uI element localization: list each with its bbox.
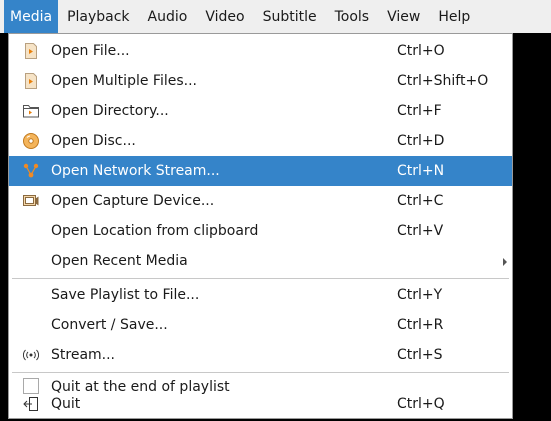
menu-tools-label: Tools bbox=[334, 8, 370, 25]
file-icon bbox=[23, 43, 39, 59]
network-icon bbox=[23, 163, 39, 179]
folder-icon bbox=[23, 103, 39, 119]
stream-icon bbox=[23, 347, 39, 363]
menu-subtitle[interactable]: Subtitle bbox=[254, 0, 326, 33]
menu-item-shortcut: Ctrl+D bbox=[397, 133, 445, 149]
menu-item-shortcut: Ctrl+C bbox=[397, 193, 444, 209]
menu-item-open-directory[interactable]: Open Directory... Ctrl+F bbox=[9, 96, 512, 126]
app-window: Media Playback Audio Video Subtitle Tool… bbox=[0, 0, 551, 421]
menu-item-open-recent-media[interactable]: Open Recent Media bbox=[9, 246, 512, 276]
menu-item-save-playlist[interactable]: Save Playlist to File... Ctrl+Y bbox=[9, 280, 512, 310]
media-dropdown-menu: Open File... Ctrl+O Open Multiple Files.… bbox=[8, 33, 513, 419]
menu-item-open-capture-device[interactable]: Open Capture Device... Ctrl+C bbox=[9, 186, 512, 216]
quit-icon bbox=[23, 396, 39, 412]
menu-item-open-disc[interactable]: Open Disc... Ctrl+D bbox=[9, 126, 512, 156]
menu-video[interactable]: Video bbox=[196, 0, 253, 33]
menu-item-shortcut: Ctrl+V bbox=[397, 223, 444, 239]
menu-subtitle-label: Subtitle bbox=[262, 8, 317, 25]
menu-tools[interactable]: Tools bbox=[326, 0, 379, 33]
menu-item-stream[interactable]: Stream... Ctrl+S bbox=[9, 340, 512, 370]
file-icon bbox=[23, 73, 39, 89]
menu-item-label: Open File... bbox=[51, 43, 130, 59]
menu-item-shortcut: Ctrl+N bbox=[397, 163, 445, 179]
menu-item-label: Open Multiple Files... bbox=[51, 73, 197, 89]
menu-media[interactable]: Media bbox=[4, 0, 59, 33]
menu-item-label: Stream... bbox=[51, 347, 116, 363]
menu-item-shortcut: Ctrl+O bbox=[397, 43, 445, 59]
menu-item-label: Save Playlist to File... bbox=[51, 287, 200, 303]
menu-media-label: Media bbox=[10, 8, 53, 25]
menu-item-label: Open Capture Device... bbox=[51, 193, 215, 209]
menu-help-label: Help bbox=[438, 8, 471, 25]
menu-item-shortcut: Ctrl+Y bbox=[397, 287, 443, 303]
menu-item-label: Open Recent Media bbox=[51, 253, 188, 269]
menu-item-shortcut: Ctrl+R bbox=[397, 317, 444, 333]
menu-audio[interactable]: Audio bbox=[139, 0, 197, 33]
menu-view[interactable]: View bbox=[378, 0, 429, 33]
menu-item-convert-save[interactable]: Convert / Save... Ctrl+R bbox=[9, 310, 512, 340]
menubar: Media Playback Audio Video Subtitle Tool… bbox=[0, 0, 551, 33]
submenu-arrow-icon bbox=[503, 258, 507, 266]
menu-help[interactable]: Help bbox=[429, 0, 479, 33]
disc-icon bbox=[23, 133, 39, 149]
menu-item-label: Open Network Stream... bbox=[51, 163, 220, 179]
capture-device-icon bbox=[23, 193, 39, 209]
menu-video-label: Video bbox=[205, 8, 245, 25]
menu-item-shortcut: Ctrl+S bbox=[397, 347, 443, 363]
menu-item-shortcut: Ctrl+Q bbox=[397, 396, 445, 412]
menu-view-label: View bbox=[387, 8, 421, 25]
menu-audio-label: Audio bbox=[147, 8, 188, 25]
menu-item-label: Convert / Save... bbox=[51, 317, 168, 333]
menu-item-open-file[interactable]: Open File... Ctrl+O bbox=[9, 36, 512, 66]
menu-item-shortcut: Ctrl+Shift+O bbox=[397, 73, 489, 89]
menu-item-label: Open Directory... bbox=[51, 103, 169, 119]
menu-item-open-location-from-clipboard[interactable]: Open Location from clipboard Ctrl+V bbox=[9, 216, 512, 246]
menu-item-open-multiple-files[interactable]: Open Multiple Files... Ctrl+Shift+O bbox=[9, 66, 512, 96]
menu-item-quit[interactable]: Quit Ctrl+Q bbox=[9, 389, 512, 419]
menu-item-open-network-stream[interactable]: Open Network Stream... Ctrl+N bbox=[9, 156, 512, 186]
menu-item-shortcut: Ctrl+F bbox=[397, 103, 442, 119]
menu-separator bbox=[12, 278, 509, 279]
menu-item-label: Open Disc... bbox=[51, 133, 136, 149]
menu-item-label: Quit bbox=[51, 396, 81, 412]
menu-playback-label: Playback bbox=[67, 8, 130, 25]
menu-item-label: Open Location from clipboard bbox=[51, 223, 259, 239]
menu-playback[interactable]: Playback bbox=[58, 0, 138, 33]
